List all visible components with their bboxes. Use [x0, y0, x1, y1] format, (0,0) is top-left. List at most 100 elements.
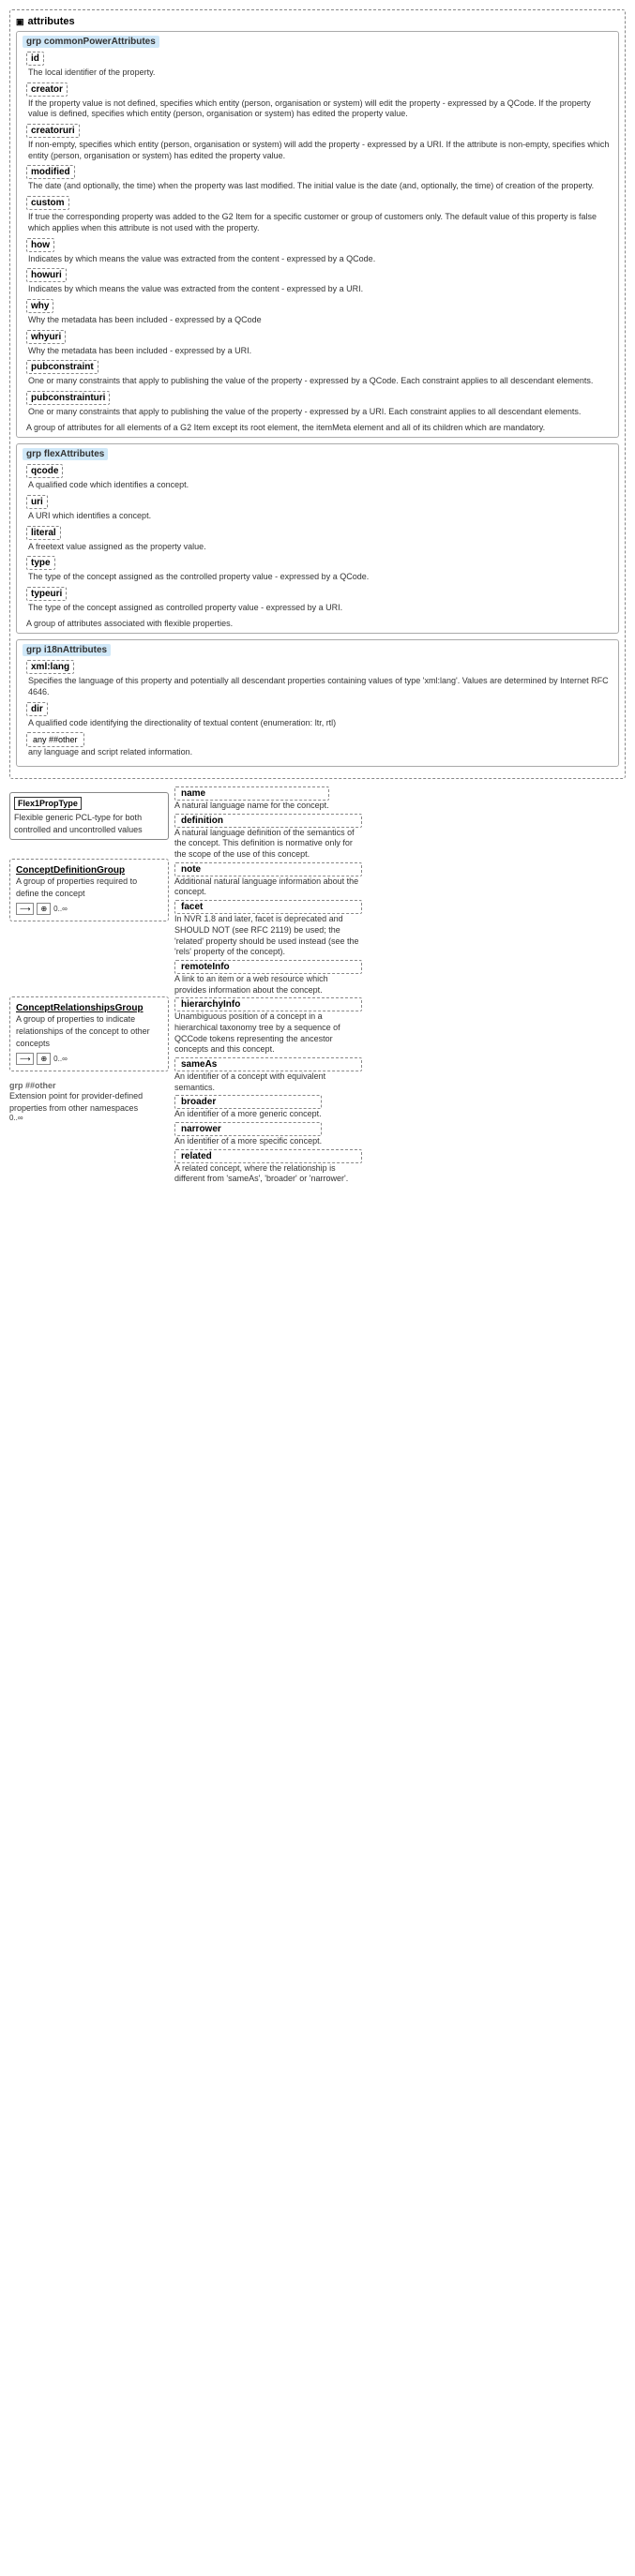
concept-broader-desc: An identifier of a more generic concept. [174, 1109, 322, 1120]
any-other-occurrence: 0..∞ [9, 1114, 169, 1122]
prop-id-name: id [26, 52, 44, 66]
prop-pubconstraint-desc: One or many constraints that apply to pu… [26, 376, 612, 387]
prop-how-desc: Indicates by which means the value was e… [26, 254, 612, 265]
prop-typeuri-name: typeuri [26, 587, 67, 601]
prop-dir-name: dir [26, 702, 48, 716]
prop-creatoruri: creatoruri If non-empty, specifies which… [23, 124, 612, 161]
concept-definition-row: definition A natural language definition… [174, 814, 626, 861]
prop-why-name: why [26, 299, 53, 313]
prop-custom-desc: If true the corresponding property was a… [26, 212, 612, 233]
flex1-prop-section: Flex1PropType Flexible generic PCL-type … [9, 786, 169, 1185]
common-group-note: A group of attributes for all elements o… [23, 422, 612, 434]
prop-whyuri: whyuri Why the metadata has been include… [23, 330, 612, 357]
flex-attributes-label: grp flexAttributes [23, 448, 108, 460]
any-other-section: grp ##other Extension point for provider… [9, 1081, 169, 1122]
prop-pubconstrainturi: pubconstrainturi One or many constraints… [23, 391, 612, 418]
prop-whyuri-name: whyuri [26, 330, 66, 344]
concept-rel-sequence-icon: ⟶ [16, 1053, 34, 1065]
prop-modified-desc: The date (and optionally, the time) when… [26, 181, 612, 192]
prop-dir: dir A qualified code identifying the dir… [23, 702, 612, 729]
i18n-attributes-group: grp i18nAttributes xml:lang Specifies th… [16, 639, 619, 767]
concept-facet-row: facet In NVR 1.8 and later, facet is dep… [174, 900, 626, 958]
prop-type-desc: The type of the concept assigned as the … [26, 572, 612, 583]
concept-note-desc: Additional natural language information … [174, 876, 362, 898]
prop-xmllang-name: xml:lang [26, 660, 74, 674]
prop-whyuri-desc: Why the metadata has been included - exp… [26, 346, 612, 357]
prop-custom-name: custom [26, 196, 69, 210]
concept-facet-desc: In NVR 1.8 and later, facet is deprecate… [174, 914, 362, 958]
concept-rel-group: ConceptRelationshipsGroup A group of pro… [9, 996, 169, 1071]
prop-typeuri-desc: The type of the concept assigned as cont… [26, 603, 612, 614]
concept-narrower-label: narrower [174, 1122, 322, 1136]
concept-note-label: note [174, 862, 362, 876]
prop-typeuri: typeuri The type of the concept assigned… [23, 587, 612, 614]
concept-related-label: related [174, 1149, 362, 1163]
concept-remoteinfo-row: remoteInfo A link to an item or a web re… [174, 960, 626, 996]
concept-related-desc: A related concept, where the relationshi… [174, 1163, 362, 1185]
concept-def-group-title: ConceptDefinitionGroup [16, 865, 162, 876]
concept-def-group-desc: A group of properties required to define… [16, 876, 162, 899]
prop-qcode: qcode A qualified code which identifies … [23, 464, 612, 491]
prop-uri: uri A URI which identifies a concept. [23, 495, 612, 522]
prop-how-name: how [26, 238, 54, 252]
prop-custom: custom If true the corresponding propert… [23, 196, 612, 233]
prop-modified: modified The date (and optionally, the t… [23, 165, 612, 192]
prop-why: why Why the metadata has been included -… [23, 299, 612, 326]
concept-right-items: name A natural language name for the con… [174, 786, 626, 1185]
prop-creator-desc: If the property value is not defined, sp… [26, 98, 612, 120]
prop-modified-name: modified [26, 165, 75, 179]
prop-creatoruri-name: creatoruri [26, 124, 80, 138]
prop-how: how Indicates by which means the value w… [23, 238, 612, 265]
prop-id-desc: The local identifier of the property. [26, 67, 612, 79]
concept-broader-label: broader [174, 1095, 322, 1109]
prop-howuri-name: howuri [26, 268, 67, 282]
concept-note-row: note Additional natural language informa… [174, 862, 626, 898]
prop-uri-desc: A URI which identifies a concept. [26, 511, 612, 522]
concept-rel-group-desc: A group of properties to indicate relati… [16, 1013, 162, 1049]
concept-name-row: name A natural language name for the con… [174, 786, 626, 812]
concept-narrower-row: narrower An identifier of a more specifi… [174, 1122, 626, 1147]
prop-type: type The type of the concept assigned as… [23, 556, 612, 583]
any-other-grp-label: grp ##other [9, 1081, 56, 1090]
concept-facet-label: facet [174, 900, 362, 914]
flex1-desc: Flexible generic PCL-type for both contr… [14, 812, 164, 835]
concept-narrower-desc: An identifier of a more specific concept… [174, 1136, 322, 1147]
mid-section: Flex1PropType Flexible generic PCL-type … [9, 786, 626, 1185]
concept-hierarchyinfo-desc: Unambiguous position of a concept in a h… [174, 1011, 362, 1056]
common-power-attributes-label: grp commonPowerAttributes [23, 36, 159, 48]
flex1-outer-box: Flex1PropType Flexible generic PCL-type … [9, 792, 169, 840]
attributes-outer-box: ▣ attributes grp commonPowerAttributes i… [9, 9, 626, 779]
prop-howuri-desc: Indicates by which means the value was e… [26, 284, 612, 295]
prop-pubconstrainturi-name: pubconstrainturi [26, 391, 110, 405]
concept-related-row: related A related concept, where the rel… [174, 1149, 626, 1185]
concept-def-sequence-icon: ⟶ [16, 903, 34, 915]
concept-name-label: name [174, 786, 329, 801]
prop-literal-name: literal [26, 526, 61, 540]
prop-howuri: howuri Indicates by which means the valu… [23, 268, 612, 295]
concept-def-group: ConceptDefinitionGroup A group of proper… [9, 859, 169, 921]
any-other-desc: Extension point for provider-defined pro… [9, 1090, 169, 1114]
concept-sameas-label: sameAs [174, 1057, 362, 1071]
concept-def-plus-icon: ⊕ [37, 903, 51, 915]
concept-name-desc: A natural language name for the concept. [174, 801, 329, 812]
attributes-icon: ▣ [16, 17, 24, 27]
common-power-attributes-group: grp commonPowerAttributes id The local i… [16, 31, 619, 438]
concept-rel-occurrence: 0..∞ [53, 1055, 68, 1063]
concept-def-occurrence: 0..∞ [53, 905, 68, 913]
prop-uri-name: uri [26, 495, 48, 509]
concept-definition-desc: A natural language definition of the sem… [174, 828, 362, 861]
prop-qcode-name: qcode [26, 464, 63, 478]
prop-creator: creator If the property value is not def… [23, 82, 612, 120]
concept-rel-plus-icon: ⊕ [37, 1053, 51, 1065]
prop-type-name: type [26, 556, 55, 570]
concept-rel-group-title: ConceptRelationshipsGroup [16, 1003, 162, 1013]
attributes-header: ▣ attributes [16, 16, 619, 27]
prop-any-other-label: any ##other [26, 732, 84, 747]
flex-group-note: A group of attributes associated with fl… [23, 618, 612, 630]
concept-definition-label: definition [174, 814, 362, 828]
prop-any-other-desc: any language and script related informat… [26, 747, 612, 758]
prop-creator-name: creator [26, 82, 68, 97]
prop-any-other: any ##other any language and script rela… [23, 732, 612, 758]
concept-broader-row: broader An identifier of a more generic … [174, 1095, 626, 1120]
prop-literal: literal A freetext value assigned as the… [23, 526, 612, 553]
